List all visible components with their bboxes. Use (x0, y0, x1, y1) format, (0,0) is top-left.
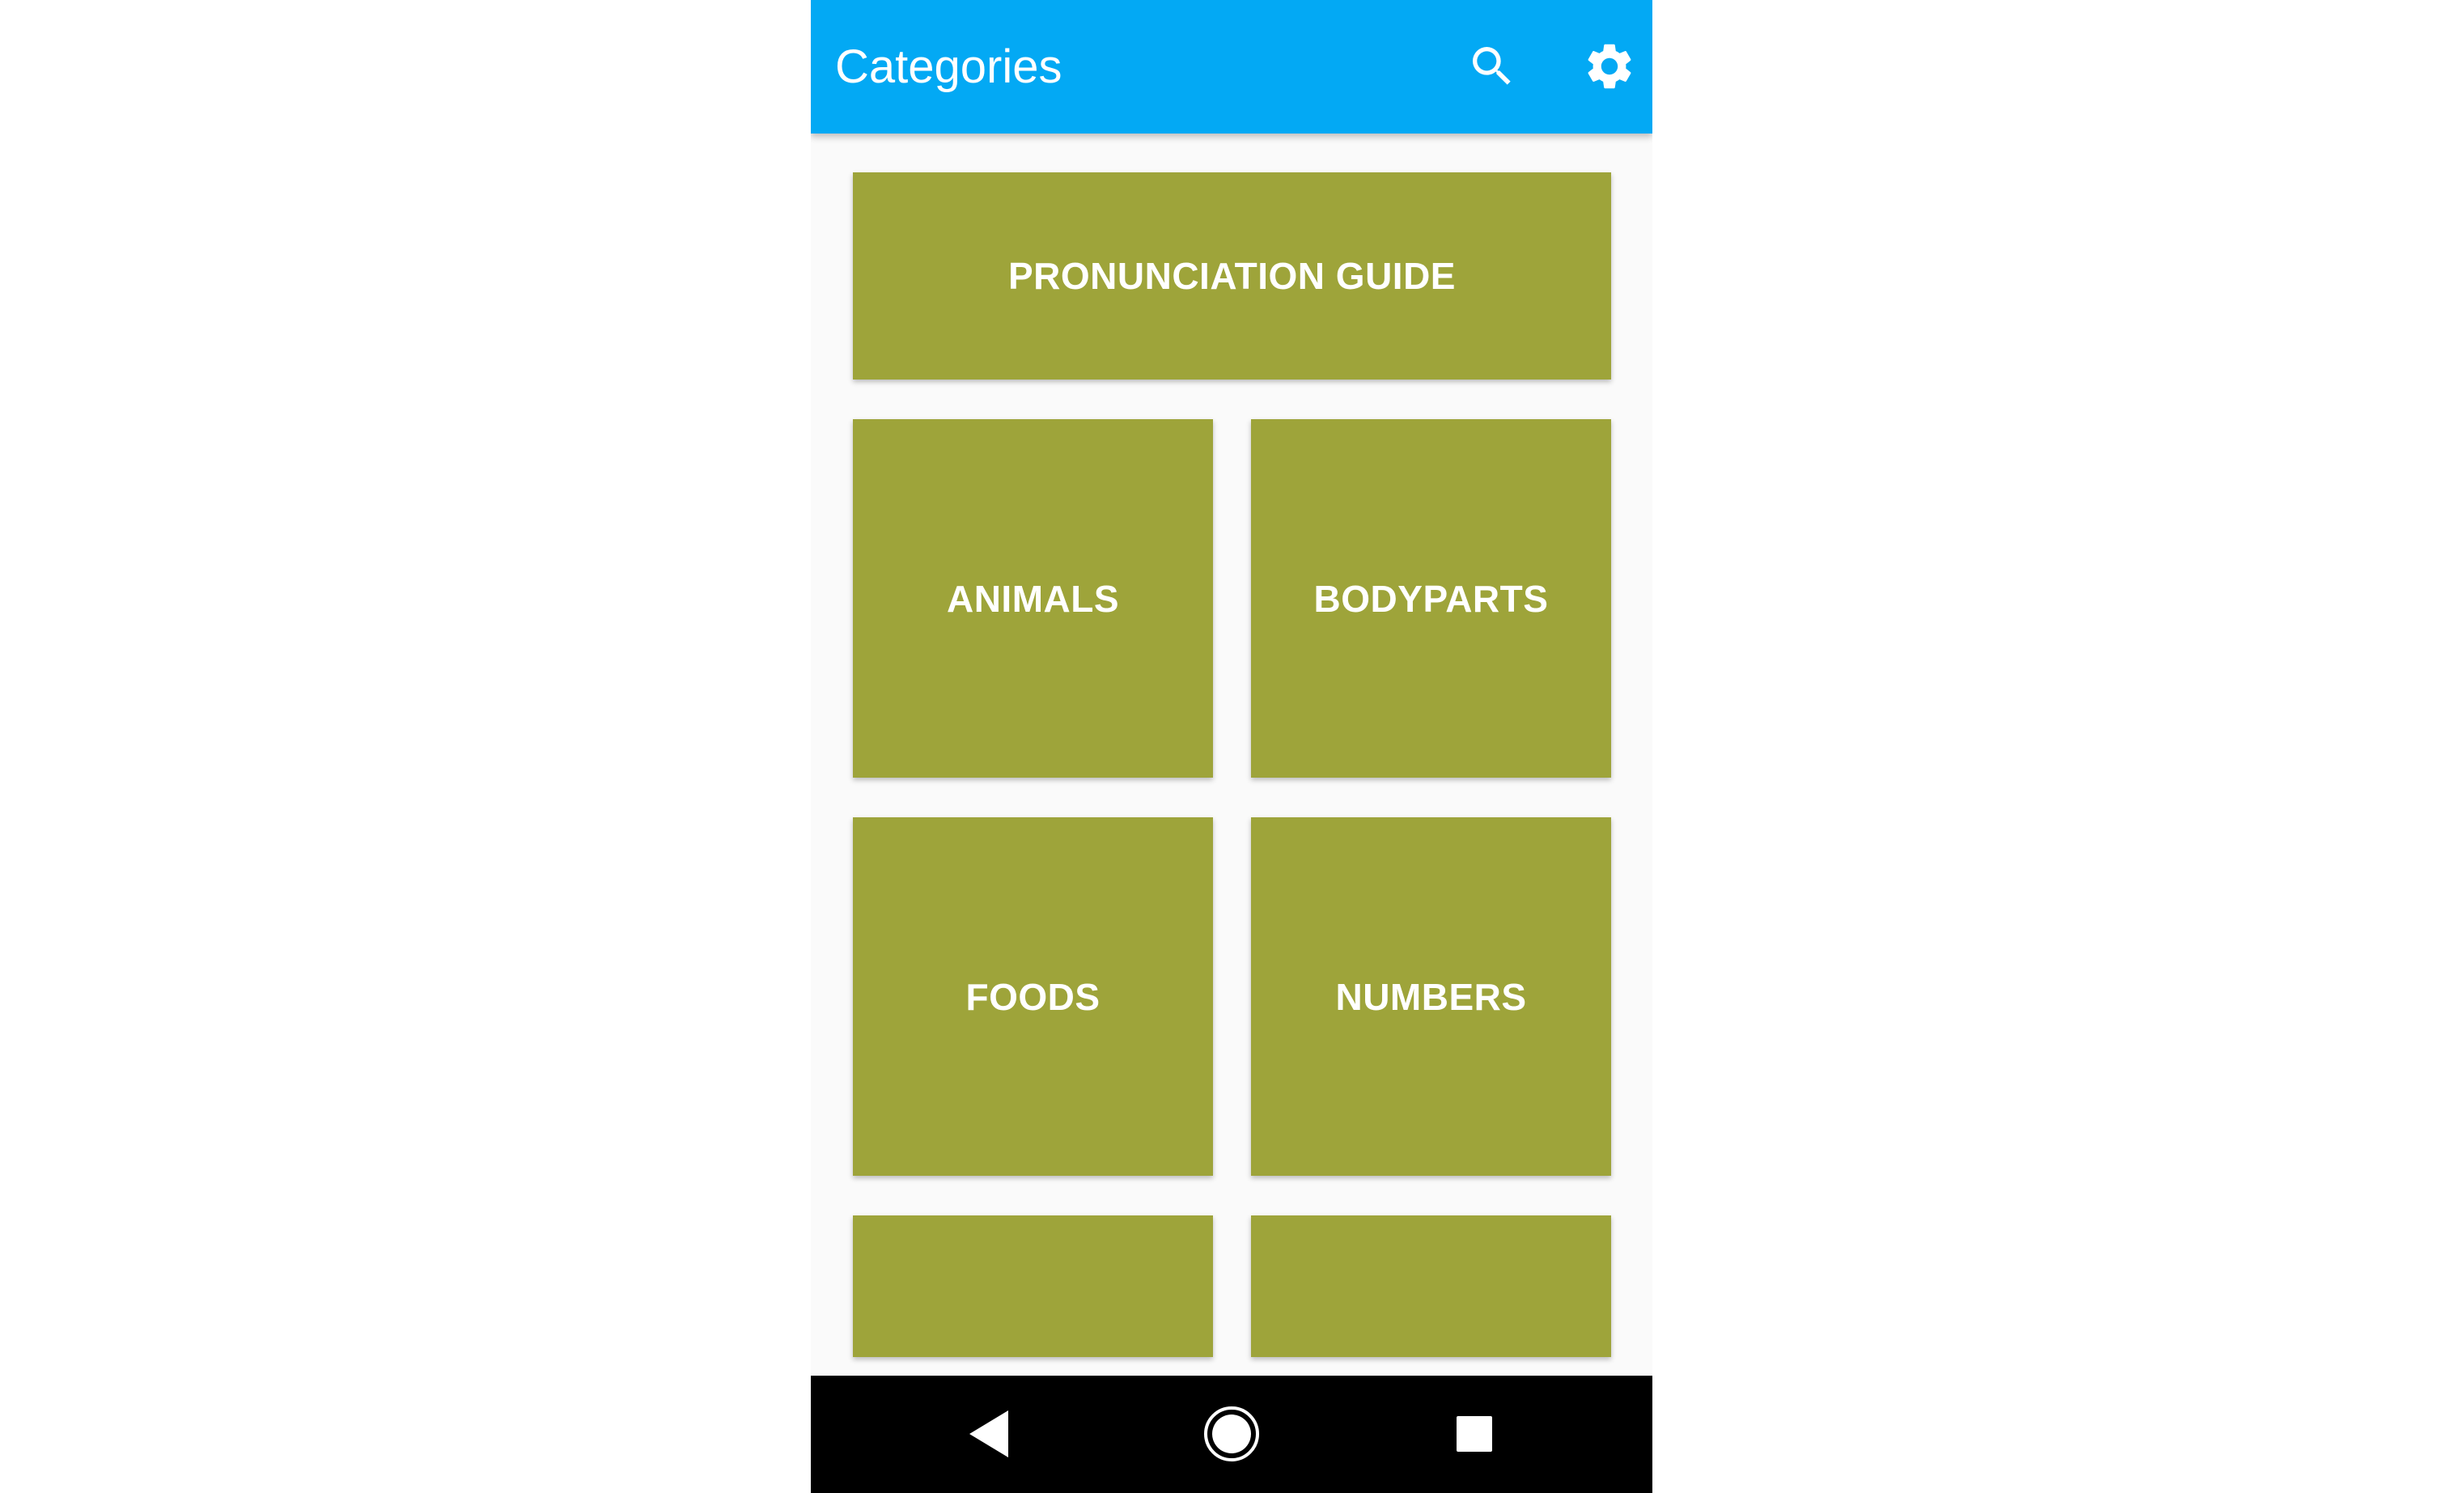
phone-screen: Categories PRONUNCIATION GUIDE ANIMALS B… (811, 0, 1652, 1493)
category-tile-numbers[interactable]: NUMBERS (1251, 817, 1611, 1176)
recents-icon (1457, 1416, 1492, 1452)
category-tile-partial-right[interactable] (1251, 1215, 1611, 1357)
page-title: Categories (835, 40, 1062, 93)
settings-button[interactable] (1576, 32, 1643, 100)
category-tile-bodyparts[interactable]: BODYPARTS (1251, 419, 1611, 778)
category-tile-partial-left[interactable] (853, 1215, 1213, 1357)
category-tile-foods[interactable]: FOODS (853, 817, 1213, 1176)
system-navigation-bar (811, 1376, 1652, 1493)
back-icon (969, 1410, 1008, 1457)
gear-icon (1588, 44, 1631, 89)
back-button[interactable] (948, 1392, 1033, 1476)
category-tile-pronunciation-guide[interactable]: PRONUNCIATION GUIDE (853, 172, 1611, 380)
search-icon (1473, 47, 1511, 85)
search-button[interactable] (1458, 32, 1526, 100)
app-bar: Categories (811, 0, 1652, 134)
home-button[interactable] (1190, 1392, 1274, 1476)
category-tile-label: BODYPARTS (1313, 577, 1549, 620)
recents-button[interactable] (1432, 1392, 1516, 1476)
home-icon (1204, 1406, 1259, 1461)
category-tile-label: NUMBERS (1335, 975, 1527, 1018)
category-tile-label: FOODS (965, 975, 1101, 1018)
category-grid: PRONUNCIATION GUIDE ANIMALS BODYPARTS FO… (811, 134, 1652, 1376)
category-tile-label: ANIMALS (946, 577, 1120, 620)
category-tile-animals[interactable]: ANIMALS (853, 419, 1213, 778)
category-tile-label: PRONUNCIATION GUIDE (1008, 255, 1456, 297)
